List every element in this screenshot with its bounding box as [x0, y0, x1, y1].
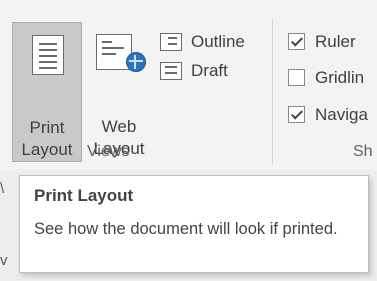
- view-ribbon: Print Layout Web Layout Outline Draft Vi…: [0, 0, 377, 170]
- show-group-label: Sh: [353, 143, 373, 160]
- edge-fragment-top: \: [0, 180, 5, 197]
- ruler-checkbox[interactable]: [288, 33, 305, 50]
- gridlines-checkbox-item[interactable]: Gridlin: [288, 66, 377, 92]
- print-layout-label-line1: Print: [29, 118, 65, 137]
- print-layout-tooltip: Print Layout See how the document will l…: [19, 175, 369, 273]
- outline-icon: [160, 33, 182, 51]
- draft-label: Draft: [191, 61, 228, 80]
- navigation-pane-checkbox[interactable]: [288, 106, 305, 123]
- navigation-pane-checkbox-item[interactable]: Naviga: [288, 103, 377, 129]
- tooltip-title: Print Layout: [34, 186, 134, 205]
- print-layout-label-line2: Layout: [21, 140, 73, 159]
- outline-label: Outline: [191, 32, 245, 51]
- web-layout-label-line1: Web: [101, 117, 137, 136]
- gridlines-checkbox[interactable]: [288, 69, 305, 86]
- edge-fragment-bottom: v: [0, 252, 8, 269]
- ruler-checkbox-item[interactable]: Ruler: [288, 30, 377, 56]
- print-layout-button[interactable]: Print Layout: [12, 22, 82, 162]
- ruler-label: Ruler: [315, 32, 356, 51]
- outline-button[interactable]: Outline: [160, 30, 270, 56]
- globe-icon: [126, 52, 146, 72]
- web-layout-button[interactable]: Web Layout: [86, 22, 152, 162]
- tooltip-description: See how the document will look if printe…: [34, 220, 338, 238]
- draft-icon: [160, 62, 182, 80]
- group-divider: [272, 18, 273, 164]
- draft-button[interactable]: Draft: [160, 59, 250, 85]
- print-layout-icon: [32, 35, 64, 75]
- gridlines-label: Gridlin: [315, 68, 365, 87]
- views-group-label: Views: [87, 143, 130, 160]
- navigation-pane-label: Naviga: [315, 105, 368, 124]
